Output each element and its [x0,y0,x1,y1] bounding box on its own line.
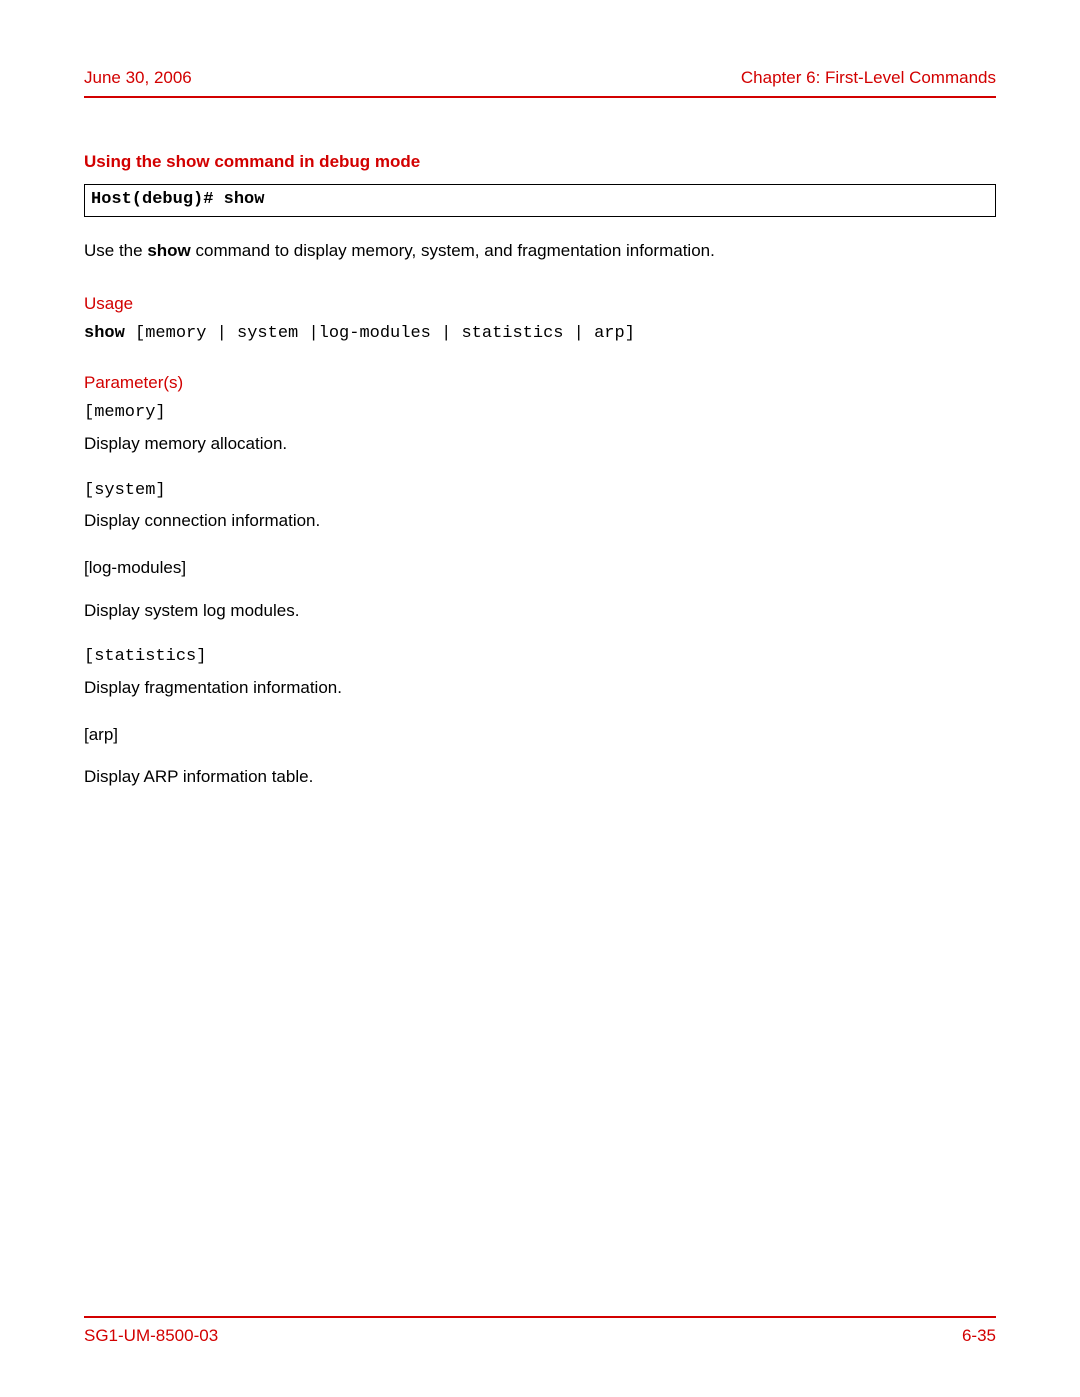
param-name: [statistics] [84,645,996,670]
intro-post: command to display memory, system, and f… [191,241,715,260]
param-name: [log-modules] [84,556,996,581]
intro-text: Use the show command to display memory, … [84,239,996,264]
param-desc: Display connection information. [84,509,996,534]
command-box: Host(debug)# show [84,184,996,217]
param-desc: Display fragmentation information. [84,676,996,701]
usage-line: show [memory | system |log-modules | sta… [84,322,996,347]
section-title: Using the show command in debug mode [84,150,996,175]
param-name: [memory] [84,401,996,426]
parameters-list: [memory] Display memory allocation. [syste… [84,401,996,789]
param-name: [arp] [84,723,996,748]
header-chapter: Chapter 6: First-Level Commands [741,66,996,91]
usage-rest: [memory | system |log-modules | statisti… [125,324,635,343]
header-date: June 30, 2006 [84,66,192,91]
footer-doc: SG1-UM-8500-03 [84,1324,218,1349]
usage-bold: show [84,324,125,343]
param-desc: Display memory allocation. [84,432,996,457]
param-desc: Display ARP information table. [84,765,996,790]
param-name: [system] [84,479,996,504]
intro-pre: Use the [84,241,147,260]
usage-heading: Usage [84,292,996,317]
page-footer: SG1-UM-8500-03 6-35 [84,1316,996,1349]
page-header: June 30, 2006 Chapter 6: First-Level Com… [84,66,996,98]
parameters-heading: Parameter(s) [84,371,996,396]
intro-bold: show [147,241,190,260]
footer-page: 6-35 [962,1324,996,1349]
param-desc: Display system log modules. [84,599,996,624]
